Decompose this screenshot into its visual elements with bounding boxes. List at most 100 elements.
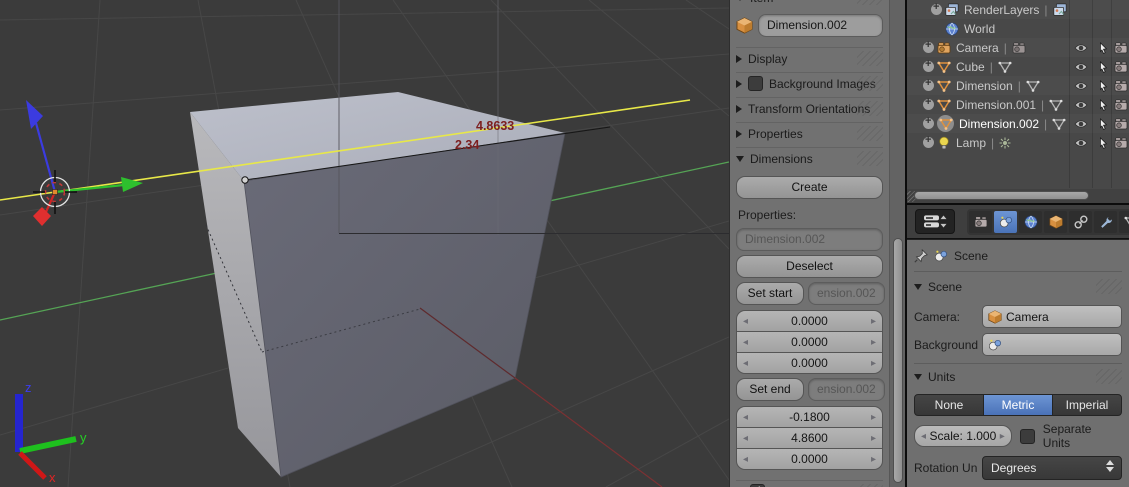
end-z-slider[interactable]: 0.0000	[736, 448, 883, 470]
tab-scene[interactable]	[994, 210, 1017, 233]
outliner-item-label[interactable]: Dimension	[956, 79, 1013, 93]
renderability-camera-icon[interactable]	[1114, 79, 1128, 93]
renderlayers-icon	[945, 3, 959, 17]
visibility-eye-icon[interactable]	[1074, 41, 1088, 55]
panel-header-background-images[interactable]: Background Images	[736, 72, 883, 94]
tab-render[interactable]	[969, 210, 992, 233]
mesh-data-icon[interactable]	[998, 60, 1012, 74]
outliner-item-label[interactable]: Camera	[956, 41, 999, 55]
outliner-horizontal-scrollbar[interactable]	[907, 189, 1129, 203]
lamp-data-icon[interactable]	[999, 137, 1011, 149]
scrollbar-thumb[interactable]	[893, 238, 903, 483]
expand-icon[interactable]	[923, 77, 934, 91]
renderability-camera-icon[interactable]	[1114, 98, 1128, 112]
units-metric-button[interactable]: Metric	[983, 394, 1053, 416]
rotation-units-dropdown[interactable]: Degrees	[982, 456, 1122, 480]
camera-data-icon[interactable]	[1012, 41, 1026, 55]
renderlayer-data-icon[interactable]	[1053, 3, 1067, 17]
start-z-slider[interactable]: 0.0000	[736, 352, 883, 374]
visibility-eye-icon[interactable]	[1074, 98, 1088, 112]
visibility-eye-icon[interactable]	[1074, 79, 1088, 93]
visibility-eye-icon[interactable]	[1074, 136, 1088, 150]
outliner-row-camera[interactable]: Camera |	[907, 38, 1129, 57]
panel-header-dimensions[interactable]: Dimensions	[736, 147, 883, 169]
scale-slider[interactable]: Scale: 1.000	[914, 425, 1012, 447]
selectability-cursor-icon[interactable]	[1097, 42, 1109, 54]
units-none-button[interactable]: None	[914, 394, 984, 416]
panel-header-measure[interactable]: Measure	[736, 480, 883, 487]
panel-header-item[interactable]: Item	[736, 0, 883, 8]
outliner-item-label[interactable]: Lamp	[956, 136, 986, 150]
outliner-row-cube[interactable]: Cube |	[907, 57, 1129, 76]
renderability-camera-icon[interactable]	[1114, 117, 1128, 131]
tab-object[interactable]	[1044, 210, 1067, 233]
background-dropdown[interactable]	[982, 333, 1122, 356]
visibility-eye-icon[interactable]	[1074, 117, 1088, 131]
set-end-button[interactable]: Set end	[736, 378, 804, 401]
collapse-arrow-icon	[914, 373, 922, 380]
outliner-item-label-selected[interactable]: Dimension.002	[959, 117, 1039, 131]
outliner-row-lamp[interactable]: Lamp |	[907, 133, 1129, 152]
outliner-row-dimension-002[interactable]: Dimension.002 |	[907, 114, 1129, 133]
mini-axis-z-bar	[15, 394, 23, 452]
renderability-camera-icon[interactable]	[1114, 41, 1128, 55]
stepper-arrows-icon	[1106, 460, 1114, 472]
outliner-item-label[interactable]: World	[964, 22, 995, 36]
panel-header-properties[interactable]: Properties	[736, 122, 883, 144]
start-coordinates-group: 0.0000 0.0000 0.0000	[736, 310, 883, 374]
expand-icon[interactable]	[923, 134, 934, 148]
tab-data[interactable]	[1119, 210, 1129, 233]
expand-icon[interactable]	[923, 58, 934, 72]
selectability-cursor-icon[interactable]	[1097, 118, 1109, 130]
measure-handle[interactable]	[241, 176, 249, 184]
mesh-data-icon[interactable]	[1026, 79, 1040, 93]
separate-units-checkbox[interactable]	[1019, 428, 1035, 444]
start-x-slider[interactable]: 0.0000	[736, 310, 883, 332]
camera-dropdown[interactable]: Camera	[982, 305, 1122, 328]
outliner-row-renderlayers[interactable]: RenderLayers |	[907, 0, 1129, 19]
set-start-button[interactable]: Set start	[736, 282, 804, 305]
outliner-row-dimension-001[interactable]: Dimension.001 |	[907, 95, 1129, 114]
selectability-cursor-icon[interactable]	[1097, 99, 1109, 111]
outliner-row-world[interactable]: World	[907, 19, 1129, 38]
expand-icon[interactable]	[923, 39, 934, 53]
mini-axis-x-label: x	[49, 470, 56, 485]
deselect-button[interactable]: Deselect	[736, 255, 883, 278]
scrollbar-thumb[interactable]	[914, 191, 1089, 200]
outliner-item-label[interactable]: Dimension.001	[956, 98, 1036, 112]
start-y-slider[interactable]: 0.0000	[736, 331, 883, 353]
panel-header-scene[interactable]: Scene	[914, 276, 1122, 297]
outliner-item-label[interactable]: Cube	[956, 60, 985, 74]
object-name-field[interactable]: Dimension.002	[758, 14, 883, 37]
outliner-row-dimension[interactable]: Dimension |	[907, 76, 1129, 95]
pin-icon[interactable]	[914, 249, 928, 263]
expand-icon[interactable]	[923, 96, 934, 110]
panel-header-transform-orientations[interactable]: Transform Orientations	[736, 97, 883, 119]
mesh-data-icon[interactable]	[1052, 117, 1066, 131]
units-header-label: Units	[928, 369, 956, 384]
outliner-item-label[interactable]: RenderLayers	[964, 3, 1039, 17]
tab-constraints[interactable]	[1069, 210, 1092, 233]
end-x-slider[interactable]: -0.1800	[736, 406, 883, 428]
mesh-object-icon	[939, 117, 953, 131]
tab-modifiers[interactable]	[1094, 210, 1117, 233]
tab-world[interactable]	[1019, 210, 1042, 233]
tool-panel-scrollbar[interactable]	[889, 0, 905, 487]
visibility-eye-icon[interactable]	[1074, 60, 1088, 74]
editor-type-selector[interactable]	[915, 209, 955, 234]
renderability-camera-icon[interactable]	[1114, 136, 1128, 150]
expand-icon[interactable]	[923, 115, 934, 129]
end-y-slider[interactable]: 4.8600	[736, 427, 883, 449]
renderability-camera-icon[interactable]	[1114, 60, 1128, 74]
mesh-data-icon[interactable]	[1049, 98, 1063, 112]
units-imperial-button[interactable]: Imperial	[1052, 394, 1122, 416]
create-button[interactable]: Create	[736, 176, 883, 199]
3d-viewport[interactable]: 4.8633 2.34 z y x	[0, 0, 729, 487]
expand-icon[interactable]	[931, 1, 942, 15]
panel-header-display[interactable]: Display	[736, 47, 883, 69]
background-images-checkbox[interactable]	[748, 76, 763, 91]
selectability-cursor-icon[interactable]	[1097, 80, 1109, 92]
panel-header-units[interactable]: Units	[914, 366, 1122, 387]
selectability-cursor-icon[interactable]	[1097, 137, 1109, 149]
selectability-cursor-icon[interactable]	[1097, 61, 1109, 73]
